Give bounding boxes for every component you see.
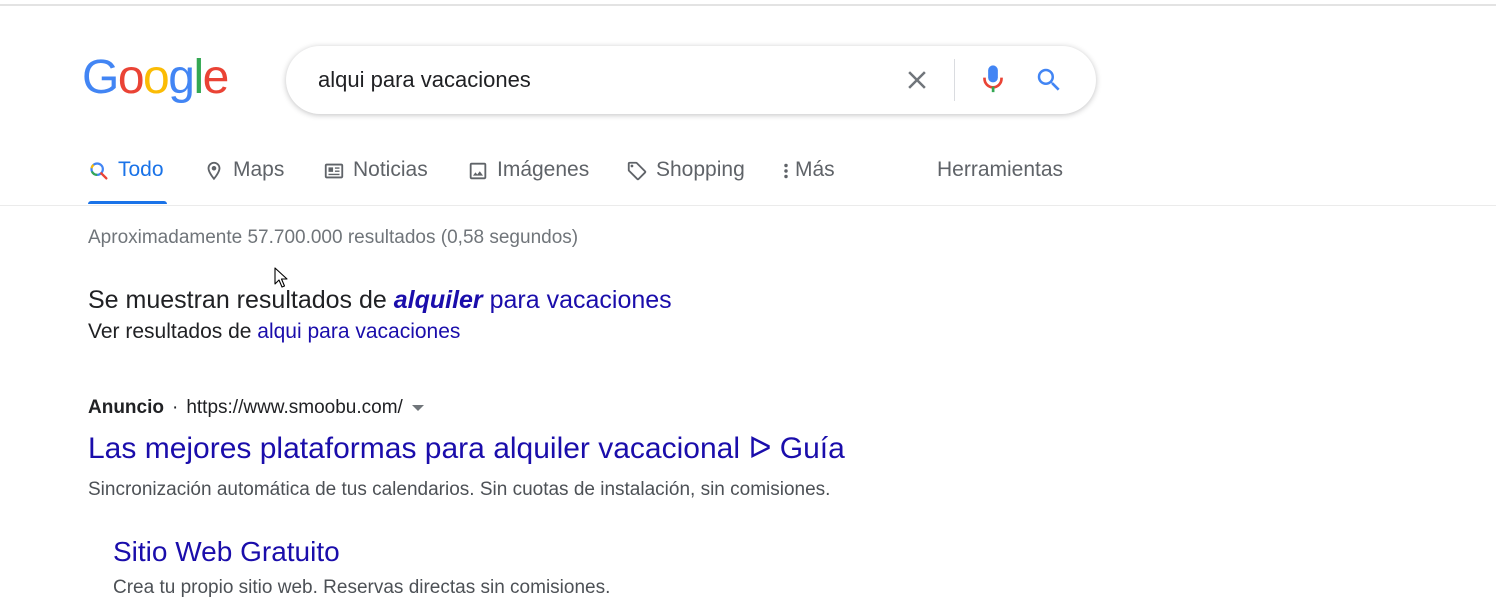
correction-notice: Se muestran resultados de alquiler para … — [88, 286, 672, 315]
news-icon — [323, 160, 345, 188]
tools-button[interactable]: Herramientas — [937, 158, 1063, 204]
image-icon — [467, 160, 489, 188]
sitelink-description: Crea tu propio sitio web. Reservas direc… — [113, 577, 611, 598]
logo-letter: l — [193, 51, 204, 104]
tab-mas[interactable]: Más — [781, 158, 835, 204]
logo-letter: o — [143, 51, 170, 104]
search-divider — [954, 59, 955, 101]
clear-icon[interactable] — [902, 65, 932, 95]
correction-prefix: Se muestran resultados de — [88, 286, 394, 314]
caret-down-icon[interactable] — [411, 397, 425, 419]
search-box — [286, 46, 1096, 114]
tab-maps[interactable]: Maps — [203, 158, 284, 204]
search-instead-prefix: Ver resultados de — [88, 320, 258, 343]
sitelink-title-link[interactable]: Sitio Web Gratuito — [113, 536, 340, 568]
tab-noticias[interactable]: Noticias — [323, 158, 428, 204]
active-tab-indicator — [88, 201, 167, 204]
microphone-icon[interactable] — [978, 63, 1008, 97]
ad-separator: · — [172, 397, 179, 418]
logo-letter: G — [82, 51, 119, 104]
tab-label: Maps — [233, 158, 285, 181]
tab-label: Noticias — [353, 158, 428, 181]
tab-label: Todo — [118, 158, 164, 181]
corrected-query-link[interactable]: alquiler para vacaciones — [394, 286, 672, 314]
corrected-query-bold: alquiler — [393, 286, 483, 314]
tabs-divider — [0, 205, 1496, 206]
map-pin-icon — [203, 160, 225, 188]
more-vertical-icon — [781, 160, 791, 188]
logo-letter: e — [202, 51, 230, 104]
tab-label: Shopping — [656, 158, 745, 181]
top-border — [0, 4, 1496, 6]
ad-url: https://www.smoobu.com/ — [186, 397, 403, 418]
tab-imagenes[interactable]: Imágenes — [467, 158, 589, 204]
search-icon — [88, 160, 110, 188]
original-query-link[interactable]: alqui para vacaciones — [257, 320, 460, 343]
google-logo[interactable]: Google — [82, 51, 230, 104]
tab-shopping[interactable]: Shopping — [626, 158, 745, 204]
result-stats: Aproximadamente 57.700.000 resultados (0… — [88, 227, 579, 248]
tab-label: Imágenes — [497, 158, 590, 181]
search-instead-notice: Ver resultados de alqui para vacaciones — [88, 320, 460, 344]
ad-title-link[interactable]: Las mejores plataformas para alquiler va… — [88, 431, 845, 466]
search-icon[interactable] — [1034, 65, 1064, 95]
tools-label: Herramientas — [937, 158, 1064, 181]
corrected-query-rest: para vacaciones — [482, 286, 672, 314]
tab-todo[interactable]: Todo — [88, 158, 167, 204]
ad-label: Anuncio — [88, 397, 164, 418]
ad-description: Sincronización automática de tus calenda… — [88, 479, 831, 500]
tag-icon — [626, 160, 648, 188]
tab-label: Más — [795, 158, 835, 181]
logo-letter: g — [168, 51, 195, 104]
ad-header: Anuncio · https://www.smoobu.com/ — [88, 397, 425, 419]
search-input[interactable] — [318, 64, 878, 96]
logo-letter: o — [117, 51, 145, 104]
